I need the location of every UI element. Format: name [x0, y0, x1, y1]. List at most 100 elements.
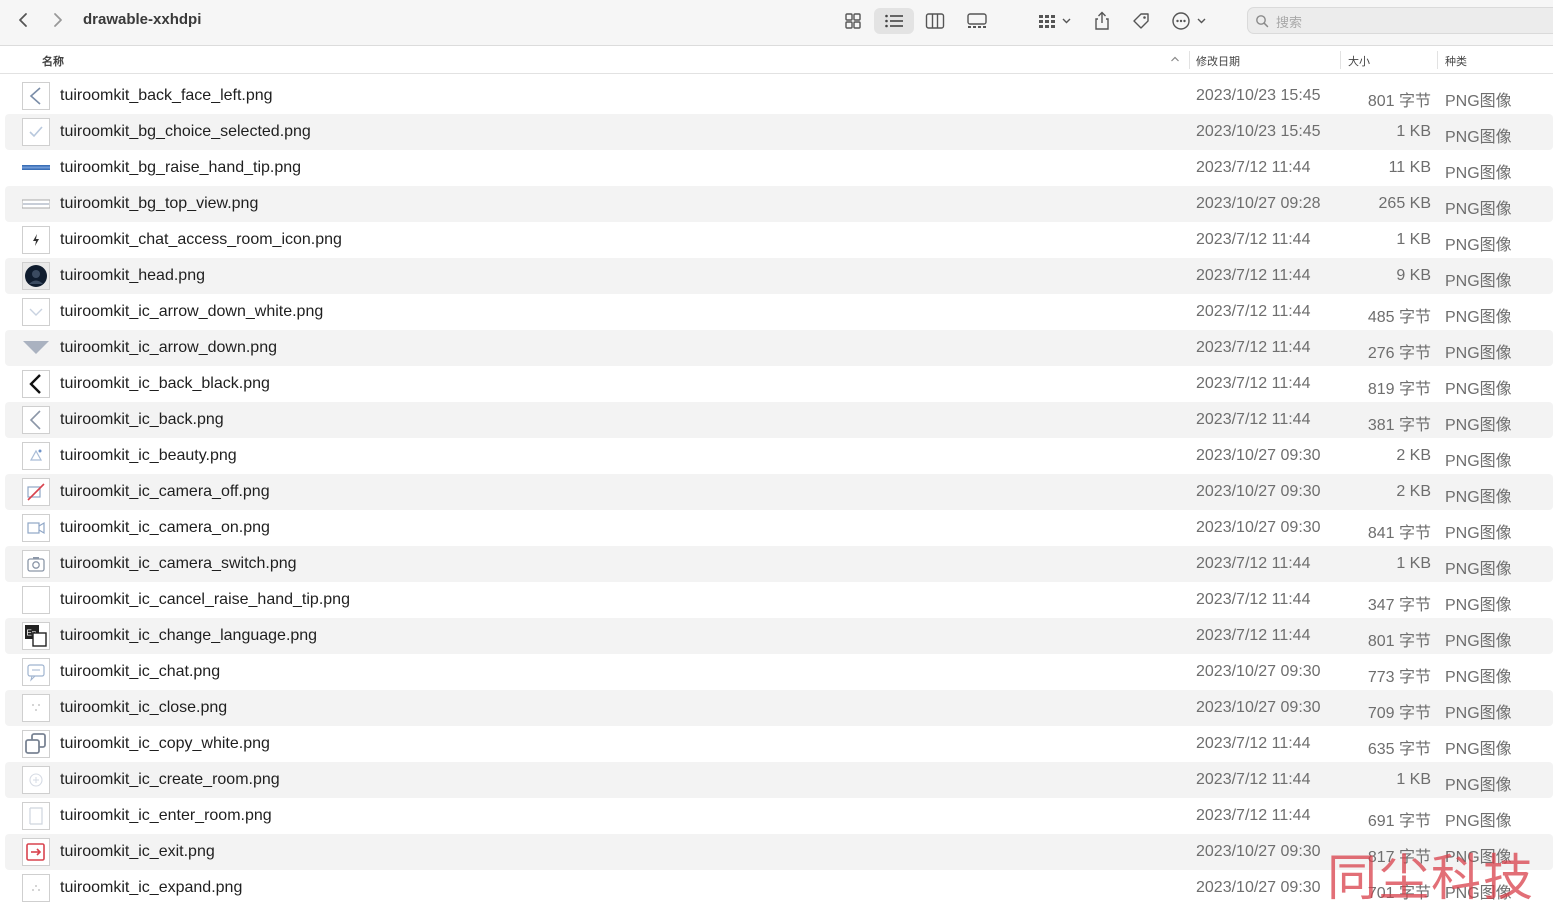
file-row[interactable]: tuiroomkit_ic_arrow_down.png 2023/7/12 1… [5, 330, 1553, 366]
file-kind: PNG图像 [1445, 489, 1512, 506]
file-date: 2023/10/23 15:45 [1196, 123, 1321, 140]
file-size: 801 字节 [1367, 93, 1431, 110]
column-kind-header[interactable]: 种类 [1445, 53, 1467, 69]
file-size: 817 字节 [1367, 849, 1431, 866]
file-kind: PNG图像 [1445, 741, 1512, 758]
column-view-icon [925, 13, 945, 29]
chevron-right-icon [54, 13, 62, 27]
file-date: 2023/7/12 11:44 [1196, 339, 1311, 356]
file-kind: PNG图像 [1445, 309, 1512, 326]
file-size: 2 KB [1396, 447, 1431, 464]
file-name: tuiroomkit_ic_exit.png [60, 843, 215, 860]
file-row[interactable]: tuiroomkit_ic_copy_white.png 2023/7/12 1… [5, 726, 1553, 762]
back-button[interactable] [12, 9, 34, 31]
file-row[interactable]: tuiroomkit_ic_close.png 2023/10/27 09:30… [5, 690, 1553, 726]
file-row[interactable]: tuiroomkit_ic_expand.png 2023/10/27 09:3… [5, 870, 1553, 906]
file-date: 2023/7/12 11:44 [1196, 231, 1311, 248]
file-size: 1 KB [1396, 771, 1431, 788]
file-date: 2023/10/27 09:30 [1196, 843, 1321, 860]
toolbar: drawable-xxhdpi [0, 0, 1553, 46]
file-name: tuiroomkit_ic_expand.png [60, 879, 243, 896]
file-date: 2023/7/12 11:44 [1196, 375, 1311, 392]
group-by-button[interactable] [1034, 8, 1076, 34]
file-kind: PNG图像 [1445, 129, 1512, 146]
checkmark-thumb-icon [22, 118, 50, 146]
file-row[interactable]: tuiroomkit_head.png 2023/7/12 11:44 9 KB… [5, 258, 1553, 294]
file-row[interactable]: tuiroomkit_ic_camera_switch.png 2023/7/1… [5, 546, 1553, 582]
file-size: 1 KB [1396, 123, 1431, 140]
chat-thumb-icon [22, 658, 50, 686]
search-input[interactable] [1274, 11, 1538, 33]
column-divider[interactable] [1340, 51, 1341, 69]
file-row[interactable]: tuiroomkit_ic_enter_room.png 2023/7/12 1… [5, 798, 1553, 834]
column-view-button[interactable] [920, 8, 950, 34]
list-view-button[interactable] [874, 8, 914, 34]
camera-switch-thumb-icon [22, 550, 50, 578]
file-date: 2023/10/27 09:30 [1196, 447, 1321, 464]
file-row[interactable]: tuiroomkit_ic_back_black.png 2023/7/12 1… [5, 366, 1553, 402]
camera-on-thumb-icon [22, 514, 50, 542]
column-name-header[interactable]: 名称 [42, 53, 64, 69]
icon-grid-view-icon [845, 13, 861, 29]
file-size: 485 字节 [1367, 309, 1431, 326]
file-name: tuiroomkit_ic_arrow_down_white.png [60, 303, 324, 320]
arrow-down-thumb-icon [22, 298, 50, 326]
file-row[interactable]: tuiroomkit_chat_access_room_icon.png 202… [5, 222, 1553, 258]
file-row[interactable]: tuiroomkit_ic_cancel_raise_hand_tip.png … [5, 582, 1553, 618]
file-date: 2023/10/27 09:30 [1196, 699, 1321, 716]
sort-ascending-icon [1171, 56, 1179, 62]
column-header: 名称 修改日期 大小 种类 [0, 46, 1553, 74]
file-row[interactable]: tuiroomkit_ic_back.png 2023/7/12 11:44 3… [5, 402, 1553, 438]
file-kind: PNG图像 [1445, 525, 1512, 542]
file-row[interactable]: tuiroomkit_ic_create_room.png 2023/7/12 … [5, 762, 1553, 798]
file-row[interactable]: tuiroomkit_ic_chat.png 2023/10/27 09:30 … [5, 654, 1553, 690]
column-divider[interactable] [1437, 51, 1438, 69]
list-view-icon [885, 14, 903, 28]
file-kind: PNG图像 [1445, 777, 1512, 794]
gallery-view-button[interactable] [961, 8, 993, 34]
file-name: tuiroomkit_ic_camera_off.png [60, 483, 270, 500]
column-divider[interactable] [1189, 51, 1190, 69]
file-kind: PNG图像 [1445, 273, 1512, 290]
file-kind: PNG图像 [1445, 705, 1512, 722]
icon-view-button[interactable] [838, 8, 868, 34]
file-row[interactable]: tuiroomkit_bg_raise_hand_tip.png 2023/7/… [5, 150, 1553, 186]
file-name: tuiroomkit_ic_camera_on.png [60, 519, 270, 536]
file-row[interactable]: tuiroomkit_ic_camera_off.png 2023/10/27 … [5, 474, 1553, 510]
column-date-header[interactable]: 修改日期 [1196, 53, 1240, 69]
search-field[interactable] [1247, 7, 1553, 34]
column-size-header[interactable]: 大小 [1348, 53, 1370, 69]
file-row[interactable]: tuiroomkit_bg_choice_selected.png 2023/1… [5, 114, 1553, 150]
file-row[interactable]: tuiroomkit_back_face_left.png 2023/10/23… [5, 78, 1553, 114]
file-date: 2023/7/12 11:44 [1196, 591, 1311, 608]
file-date: 2023/7/12 11:44 [1196, 267, 1311, 284]
file-row[interactable]: tuiroomkit_ic_beauty.png 2023/10/27 09:3… [5, 438, 1553, 474]
file-kind: PNG图像 [1445, 417, 1512, 434]
file-date: 2023/7/12 11:44 [1196, 627, 1311, 644]
file-date: 2023/10/27 09:30 [1196, 519, 1321, 536]
file-row[interactable]: En tuiroomkit_ic_change_language.png 202… [5, 618, 1553, 654]
file-kind: PNG图像 [1445, 813, 1512, 830]
share-button[interactable] [1088, 8, 1116, 34]
file-date: 2023/7/12 11:44 [1196, 159, 1311, 176]
file-size: 265 KB [1378, 195, 1431, 212]
file-kind: PNG图像 [1445, 93, 1512, 110]
tag-button[interactable] [1127, 8, 1155, 34]
file-row[interactable]: tuiroomkit_bg_top_view.png 2023/10/27 09… [5, 186, 1553, 222]
back-thumb-icon [22, 406, 50, 434]
tag-icon [1133, 13, 1149, 29]
forward-button[interactable] [47, 9, 69, 31]
file-size: 709 字节 [1367, 705, 1431, 722]
file-row[interactable]: tuiroomkit_ic_exit.png 2023/10/27 09:30 … [5, 834, 1553, 870]
file-name: tuiroomkit_bg_choice_selected.png [60, 123, 311, 140]
file-kind: PNG图像 [1445, 597, 1512, 614]
file-size: 635 字节 [1367, 741, 1431, 758]
file-size: 381 字节 [1367, 417, 1431, 434]
file-row[interactable]: tuiroomkit_ic_camera_on.png 2023/10/27 0… [5, 510, 1553, 546]
copy-thumb-icon [22, 730, 50, 758]
more-actions-button[interactable] [1168, 8, 1210, 34]
file-row[interactable]: tuiroomkit_ic_arrow_down_white.png 2023/… [5, 294, 1553, 330]
expand-thumb-icon [22, 874, 50, 902]
file-name: tuiroomkit_ic_beauty.png [60, 447, 237, 464]
file-size: 11 KB [1388, 159, 1431, 176]
